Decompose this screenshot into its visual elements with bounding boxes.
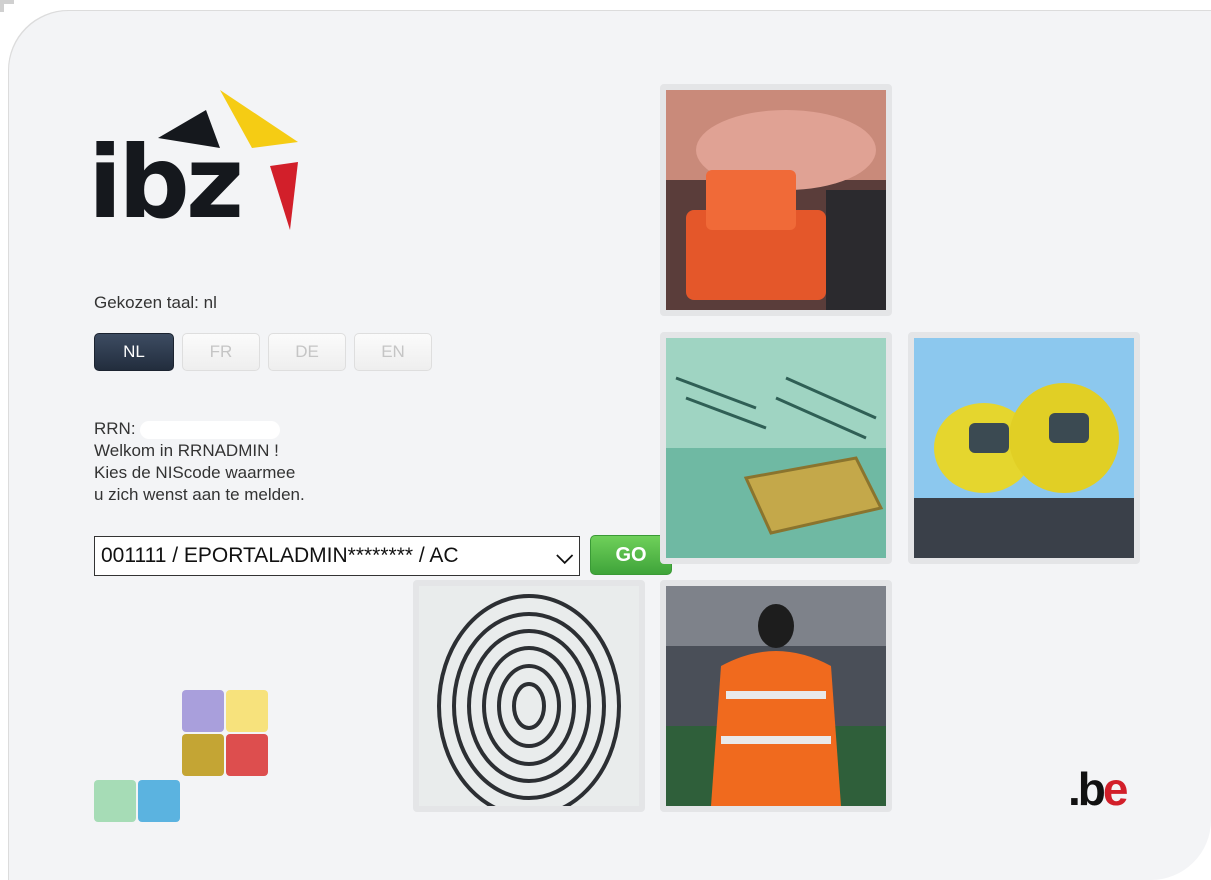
ibz-logo-mark [158,90,298,230]
square-gold [182,734,224,776]
welcome-block: RRN: Welkom in RRNADMIN ! Kies de NIScod… [94,418,305,506]
be-logo: .be [1068,762,1129,816]
photo-eid-chip [660,332,892,564]
ibz-logo: ibz [88,90,303,240]
niscode-selected-value: 001111 / EPORTALADMIN******** / AC [101,544,459,567]
be-logo-dot-b: .b [1068,763,1106,815]
photo-fingerprint [413,580,645,812]
tab-language-nl[interactable]: NL [94,333,174,371]
language-tabs: NL FR DE EN [94,333,432,371]
rrn-redacted-value [139,420,280,439]
square-blue [138,780,180,822]
photo-id-card-reader [660,84,892,316]
decorative-squares [94,690,274,825]
tab-language-en[interactable]: EN [354,333,432,371]
rrn-row: RRN: [94,418,305,440]
instruction-line-1: Kies de NIScode waarmee [94,463,296,482]
tab-language-de[interactable]: DE [268,333,346,371]
welcome-text: Welkom in RRNADMIN ! [94,441,279,460]
niscode-select[interactable]: 001111 / EPORTALADMIN******** / AC ⌵ [94,536,580,576]
instruction-line-2: u zich wenst aan te melden. [94,485,305,504]
square-mint [94,780,136,822]
rrn-label: RRN: [94,419,136,438]
square-lavender [182,690,224,732]
chosen-language-label: Gekozen taal: nl [94,293,217,312]
login-panel: ibz Gekozen taal: nl NL FR DE EN RRN: We… [8,10,1211,880]
photo-hazmat-suits [908,332,1140,564]
be-logo-e: e [1102,763,1129,815]
photo-steward [660,580,892,812]
tab-language-fr[interactable]: FR [182,333,260,371]
chevron-down-icon: ⌵ [556,543,573,568]
corner-mark-icon [0,0,14,12]
square-red [226,734,268,776]
square-yellow [226,690,268,732]
